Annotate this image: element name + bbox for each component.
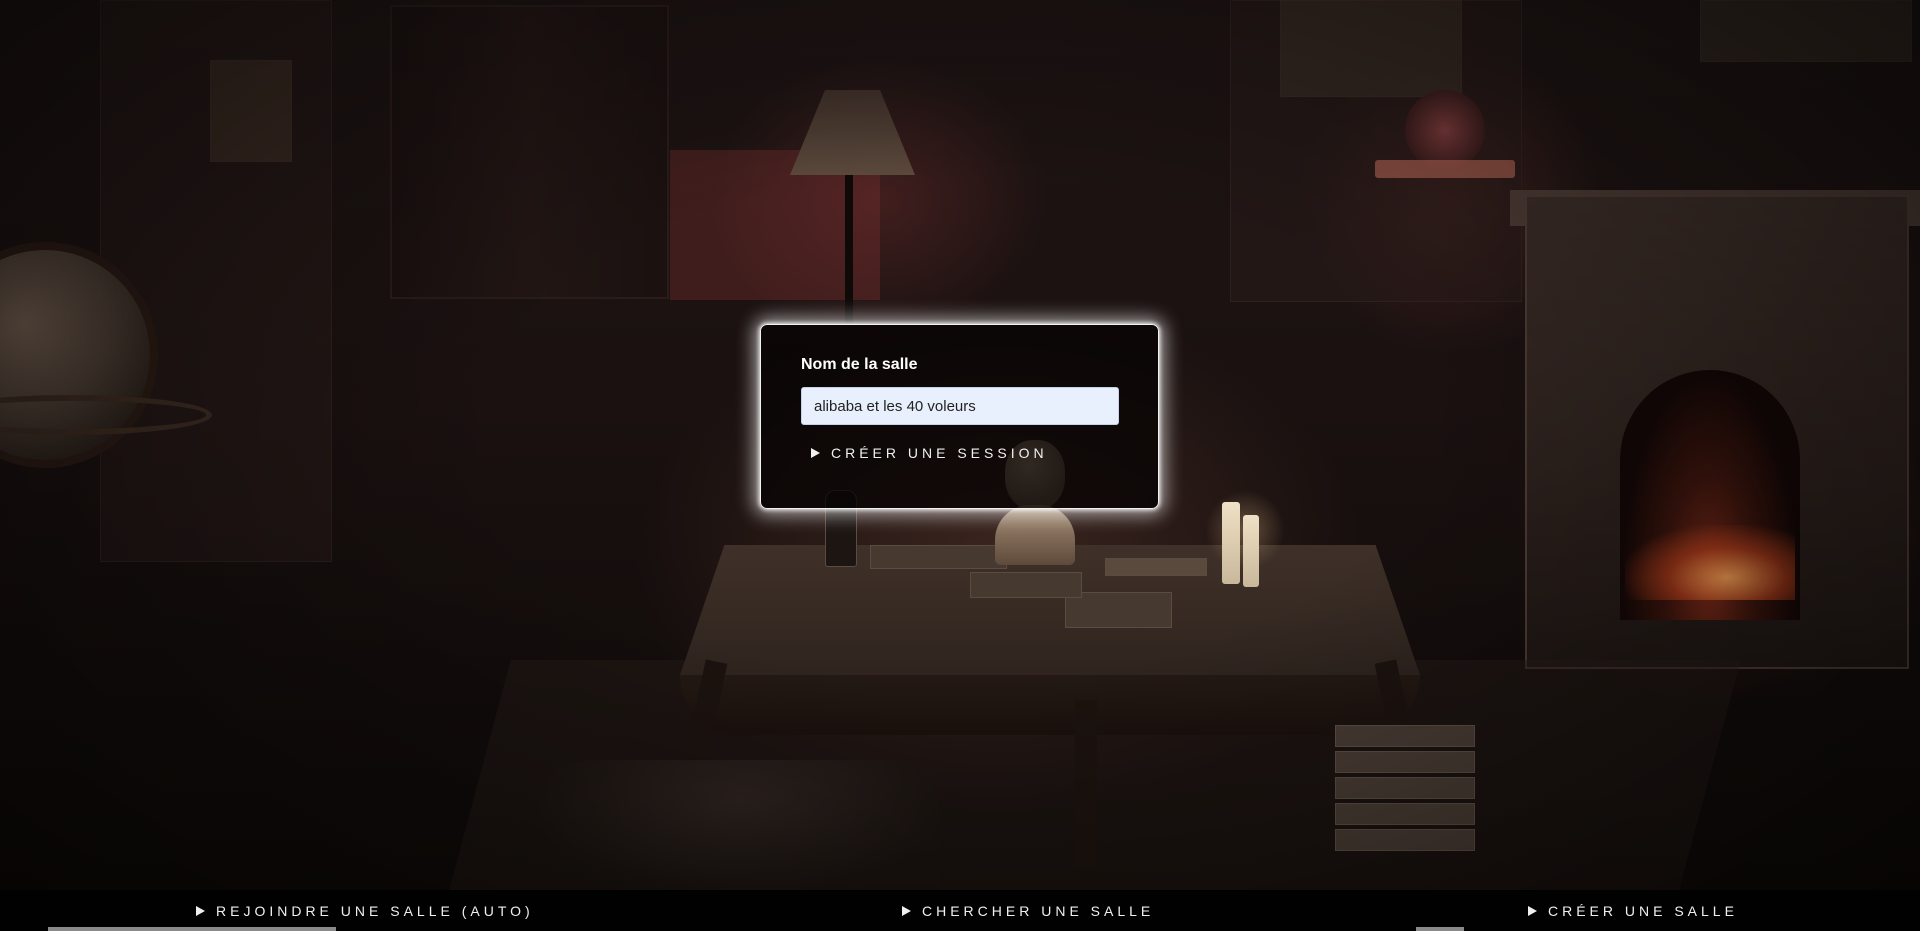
create-room-button[interactable]: CRÉER UNE SALLE <box>1528 903 1738 919</box>
join-room-auto-label: REJOINDRE UNE SALLE (AUTO) <box>216 903 534 919</box>
create-room-label: CRÉER UNE SALLE <box>1548 903 1738 919</box>
bottom-navigation-bar: REJOINDRE UNE SALLE (AUTO) CHERCHER UNE … <box>0 890 1920 931</box>
play-triangle-icon <box>196 906 205 916</box>
search-room-button[interactable]: CHERCHER UNE SALLE <box>902 903 1154 919</box>
create-session-dialog: Nom de la salle CRÉER UNE SESSION <box>760 324 1159 509</box>
play-triangle-icon <box>811 448 820 458</box>
create-session-button[interactable]: CRÉER UNE SESSION <box>811 445 1048 461</box>
search-room-label: CHERCHER UNE SALLE <box>922 903 1155 919</box>
room-name-input[interactable] <box>801 387 1119 425</box>
play-triangle-icon <box>902 906 911 916</box>
create-session-label: CRÉER UNE SESSION <box>831 445 1048 461</box>
bottom-scroll-strip <box>48 927 336 931</box>
join-room-auto-button[interactable]: REJOINDRE UNE SALLE (AUTO) <box>196 903 534 919</box>
room-name-label: Nom de la salle <box>801 356 918 373</box>
bottom-scroll-strip <box>1416 927 1464 931</box>
play-triangle-icon <box>1528 906 1537 916</box>
